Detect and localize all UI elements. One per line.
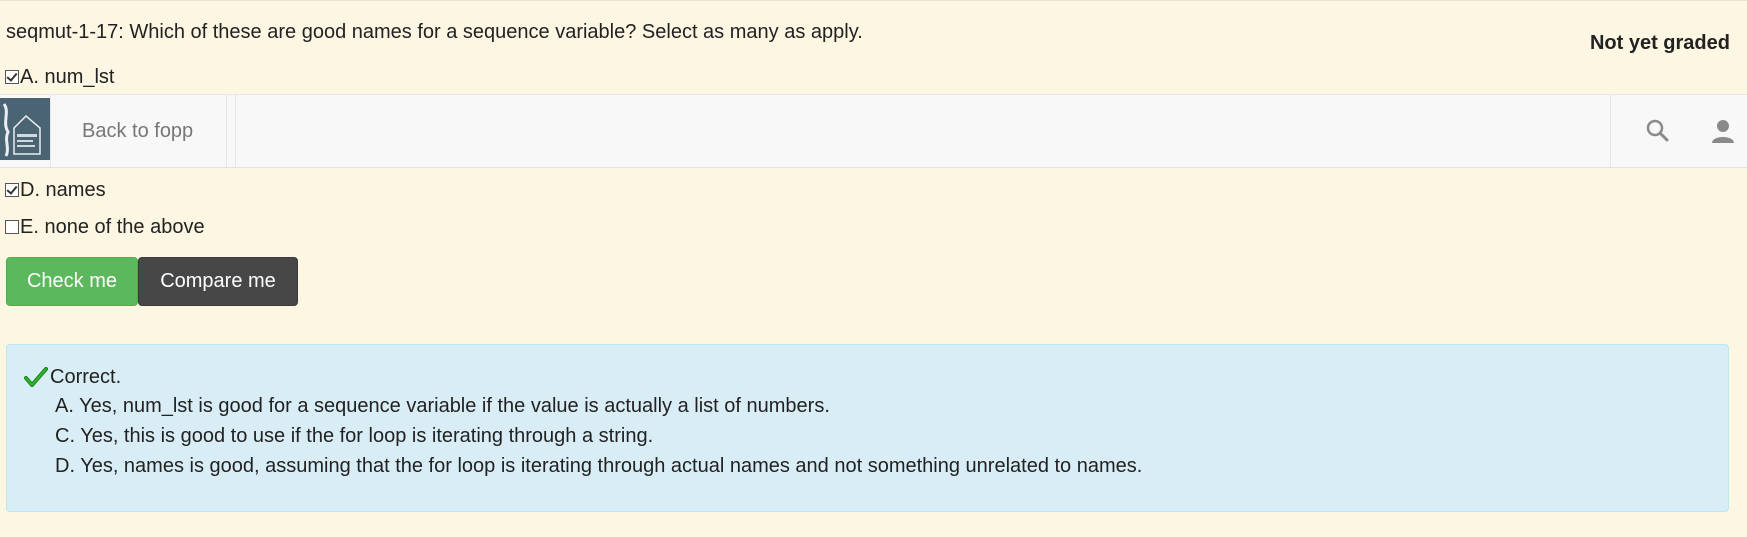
option-e-checkbox[interactable]	[5, 220, 19, 234]
grade-status: Not yet graded	[1589, 32, 1730, 54]
option-d[interactable]: D. names	[5, 177, 106, 203]
feedback-line-d: D. Yes, names is good, assuming that the…	[55, 455, 1143, 477]
nav-divider	[235, 95, 236, 167]
nav-divider	[50, 95, 51, 167]
question-prompt: seqmut-1-17: Which of these are good nam…	[6, 21, 863, 43]
book-logo[interactable]	[0, 98, 50, 160]
nav-divider	[226, 95, 227, 167]
search-icon[interactable]	[1644, 117, 1672, 145]
top-navbar: Back to fopp	[0, 94, 1747, 168]
feedback-header: Correct.	[24, 364, 121, 390]
option-d-checkbox[interactable]	[5, 183, 19, 197]
compare-me-button[interactable]: Compare me	[138, 257, 298, 306]
option-a[interactable]: A. num_lst	[5, 64, 114, 90]
option-e[interactable]: E. none of the above	[5, 214, 205, 240]
option-a-checkbox[interactable]	[5, 70, 19, 84]
feedback-line-c: C. Yes, this is good to use if the for l…	[55, 425, 654, 447]
option-d-label: D. names	[20, 179, 106, 201]
feedback-line-a: A. Yes, num_lst is good for a sequence v…	[55, 395, 830, 417]
user-icon[interactable]	[1709, 117, 1737, 145]
feedback-panel: Correct. A. Yes, num_lst is good for a s…	[6, 344, 1729, 512]
check-me-button[interactable]: Check me	[6, 257, 138, 306]
question-container: seqmut-1-17: Which of these are good nam…	[0, 0, 1747, 537]
option-a-label: A. num_lst	[20, 66, 115, 88]
checkmark-icon	[24, 366, 48, 388]
option-e-label: E. none of the above	[20, 216, 205, 238]
back-to-book-link[interactable]: Back to fopp	[82, 119, 193, 143]
feedback-status: Correct.	[50, 366, 122, 388]
nav-divider	[1610, 95, 1611, 167]
